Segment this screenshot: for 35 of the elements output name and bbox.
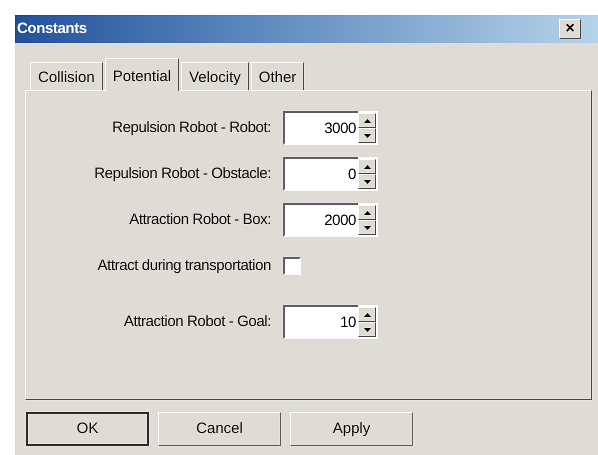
field-label: Repulsion Robot - Robot: — [111, 118, 271, 138]
checkbox[interactable] — [283, 257, 301, 275]
spin-down-button[interactable] — [358, 128, 376, 143]
tab[interactable]: Potential — [104, 58, 180, 91]
field-label: Attract during transportation — [96, 256, 271, 276]
field-label: Attraction Robot - Box: — [128, 210, 271, 230]
spin-down-button[interactable] — [358, 322, 376, 337]
dialog-button[interactable]: Cancel — [158, 412, 281, 446]
spin-down-button[interactable] — [358, 174, 376, 189]
up-arrow-icon — [364, 312, 370, 316]
spin-field[interactable]: 2000 — [283, 203, 358, 237]
spin-field[interactable]: 3000 — [283, 111, 358, 145]
window-title: Constants — [17, 18, 87, 39]
tab[interactable]: Other — [250, 62, 304, 90]
up-arrow-icon — [364, 164, 370, 168]
tab[interactable]: Collision — [30, 62, 103, 90]
spin-up-button[interactable] — [358, 307, 376, 322]
ok-button[interactable]: OK — [26, 412, 149, 446]
close-button[interactable]: × — [559, 19, 581, 39]
down-arrow-icon — [364, 180, 370, 184]
spin-field[interactable]: 0 — [283, 157, 358, 191]
down-arrow-icon — [364, 134, 370, 138]
up-arrow-icon — [364, 210, 370, 214]
spin-field[interactable]: 10 — [283, 305, 358, 339]
spin-up-button[interactable] — [358, 159, 376, 174]
down-arrow-icon — [364, 226, 370, 230]
spin-up-button[interactable] — [358, 205, 376, 220]
dialog-button[interactable]: Apply — [290, 412, 413, 446]
spin-up-button[interactable] — [358, 113, 376, 128]
tab[interactable]: Velocity — [181, 62, 249, 90]
down-arrow-icon — [364, 328, 370, 332]
up-arrow-icon — [364, 118, 370, 122]
field-label: Repulsion Robot - Obstacle: — [93, 164, 271, 184]
field-label: Attraction Robot - Goal: — [122, 312, 271, 332]
spin-down-button[interactable] — [358, 220, 376, 235]
